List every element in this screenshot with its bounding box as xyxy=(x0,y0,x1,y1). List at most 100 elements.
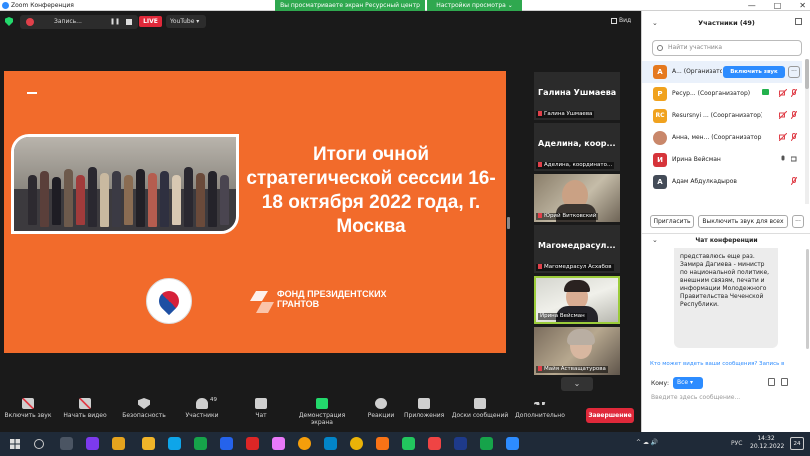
unmute-button[interactable]: Включить звук xyxy=(4,398,52,419)
avatar: И xyxy=(653,153,667,167)
task-view-icon[interactable] xyxy=(60,437,73,450)
mic-muted-icon xyxy=(538,264,542,269)
stop-icon[interactable] xyxy=(126,19,132,25)
file-explorer-icon[interactable] xyxy=(142,437,155,450)
meeting-topbar: Запись... ❚❚ LIVE YouTube ▾ Вид xyxy=(0,11,641,33)
whiteboard-icon xyxy=(474,398,486,409)
search-icon xyxy=(657,45,663,51)
maximize-icon[interactable]: □ xyxy=(774,0,782,11)
participant-row[interactable]: Анна, мен... (Соорганизатор) xyxy=(642,127,802,149)
chat-scrollbar[interactable] xyxy=(806,249,809,349)
windows-start-icon[interactable] xyxy=(10,439,20,449)
chat-recipient-select[interactable]: Все ▾ xyxy=(673,377,703,389)
mic-muted-icon xyxy=(538,366,542,371)
chat-button[interactable]: Чат xyxy=(250,398,272,419)
security-button[interactable]: Безопасность xyxy=(122,398,166,419)
app-icon[interactable] xyxy=(86,437,99,450)
youtube-stream-button[interactable]: YouTube ▾ xyxy=(166,15,206,28)
notifications-icon[interactable]: 24 xyxy=(790,437,804,450)
tiles-scroll-down-button[interactable]: ⌄ xyxy=(561,377,593,391)
participant-row[interactable]: И Ирина Вейсман xyxy=(642,149,802,171)
edge-icon[interactable] xyxy=(168,437,181,450)
participants-button[interactable]: 49 Участники xyxy=(182,397,222,419)
video-tile-active-speaker[interactable]: Ирина Вейсман xyxy=(534,276,620,324)
chat-recipient-label: Кому: xyxy=(651,380,670,387)
more-icon[interactable] xyxy=(794,378,800,386)
start-video-button[interactable]: Начать видео xyxy=(62,398,108,419)
participant-row[interactable]: А А... (Организатор) Включить звук ··· xyxy=(642,61,802,83)
invite-button[interactable]: Пригласить xyxy=(650,215,694,228)
app-icon[interactable] xyxy=(112,437,125,450)
participants-more-button[interactable]: ··· xyxy=(792,215,804,228)
reactions-button[interactable]: Реакции xyxy=(364,398,398,419)
mic-muted-icon xyxy=(791,111,797,119)
app-icon[interactable] xyxy=(272,437,285,450)
video-tile[interactable]: Юрий Витковский xyxy=(534,174,620,222)
video-tile[interactable]: Магомедрасул... Магомедрасул Асхабов xyxy=(534,225,620,273)
minimize-icon[interactable]: — xyxy=(748,0,756,11)
mic-muted-icon xyxy=(791,89,797,97)
chat-message: представлюсь еще раз. Замира Дагиева - м… xyxy=(674,248,778,348)
emblem-logo-icon xyxy=(146,278,192,324)
participant-row[interactable]: RC Resursnyi ... (Соорганизатор) xyxy=(642,105,802,127)
whiteboards-button[interactable]: Доски сообщений xyxy=(450,398,510,419)
video-tile[interactable]: Галина Ушмаева Галина Ушмаева xyxy=(534,72,620,120)
app-icon[interactable] xyxy=(376,437,389,450)
shield-icon[interactable] xyxy=(5,17,13,26)
record-dot-icon xyxy=(26,18,34,26)
clock[interactable]: 14:32 20.12.2022 xyxy=(750,435,784,451)
chat-tools xyxy=(768,378,800,386)
system-tray[interactable]: ^ ☁ 🔊 xyxy=(636,439,658,446)
apps-button[interactable]: Приложения xyxy=(404,398,444,419)
chrome-icon[interactable] xyxy=(350,437,363,450)
group-photo xyxy=(11,134,239,234)
window-controls: — □ ✕ xyxy=(748,0,806,11)
popout-icon[interactable] xyxy=(795,18,802,25)
mute-all-button[interactable]: Выключить звук для всех xyxy=(698,215,788,228)
close-icon[interactable]: ✕ xyxy=(799,0,806,11)
grid-icon xyxy=(611,17,617,24)
more-button[interactable]: Дополнительно xyxy=(514,398,566,419)
app-icon[interactable] xyxy=(246,437,259,450)
chat-message-input[interactable]: Введите здесь сообщение... xyxy=(651,394,801,406)
photoshop-icon[interactable] xyxy=(454,437,467,450)
participant-row[interactable]: Р Ресур... (Соорганизатор) xyxy=(642,83,802,105)
window-title: Zoom Конференция xyxy=(11,2,74,9)
search-icon[interactable] xyxy=(34,439,44,449)
app-icon[interactable] xyxy=(402,437,415,450)
word-icon[interactable] xyxy=(220,437,233,450)
language-indicator[interactable]: РУС xyxy=(731,440,742,447)
chat-header: Чат конференции xyxy=(642,233,810,247)
pause-icon[interactable]: ❚❚ xyxy=(110,17,120,27)
side-panel: ⌄ Участники (49) Найти участника А А... … xyxy=(641,11,810,432)
participant-unmute-button[interactable]: Включить звук xyxy=(723,66,785,78)
participant-more-button[interactable]: ··· xyxy=(788,66,800,78)
screenshot-icon[interactable] xyxy=(781,378,788,386)
live-badge: LIVE xyxy=(139,16,162,27)
end-meeting-button[interactable]: Завершение xyxy=(586,408,634,423)
screen-share-banner: Вы просматриваете экран Ресурсный центр xyxy=(275,0,425,11)
app-icon[interactable] xyxy=(194,437,207,450)
view-options-button[interactable]: Настройки просмотра ⌄ xyxy=(427,0,522,11)
avatar: А xyxy=(653,175,667,189)
video-tile[interactable]: Аделина, коор... Аделина, координато... xyxy=(534,123,620,171)
participants-scroll-thumb[interactable] xyxy=(805,59,809,89)
chrome-icon[interactable] xyxy=(298,437,311,450)
app-icon[interactable] xyxy=(324,437,337,450)
split-resize-handle[interactable] xyxy=(507,217,510,229)
avatar: А xyxy=(653,65,667,79)
video-tile[interactable]: Майя Астващатурова xyxy=(534,327,620,375)
excel-icon[interactable] xyxy=(480,437,493,450)
app-icon[interactable] xyxy=(428,437,441,450)
participant-row[interactable]: А Адам Абдулкадыров xyxy=(642,171,802,193)
file-icon[interactable] xyxy=(768,378,775,386)
zoom-taskbar-icon[interactable] xyxy=(506,437,519,450)
share-screen-button[interactable]: Демонстрация экрана xyxy=(288,398,356,426)
camera-off-icon xyxy=(79,398,91,409)
windows-taskbar: ^ ☁ 🔊 РУС 14:32 20.12.2022 24 xyxy=(0,432,810,456)
participant-search-input[interactable]: Найти участника xyxy=(652,40,802,56)
view-button[interactable]: Вид xyxy=(611,17,631,24)
window-titlebar: Zoom Конференция Вы просматриваете экран… xyxy=(0,0,810,11)
chat-visibility-notice[interactable]: Кто может видеть ваши сообщения? Запись … xyxy=(650,361,808,367)
slide-title: Итоги очной стратегической сессии 16-18 … xyxy=(246,144,496,237)
